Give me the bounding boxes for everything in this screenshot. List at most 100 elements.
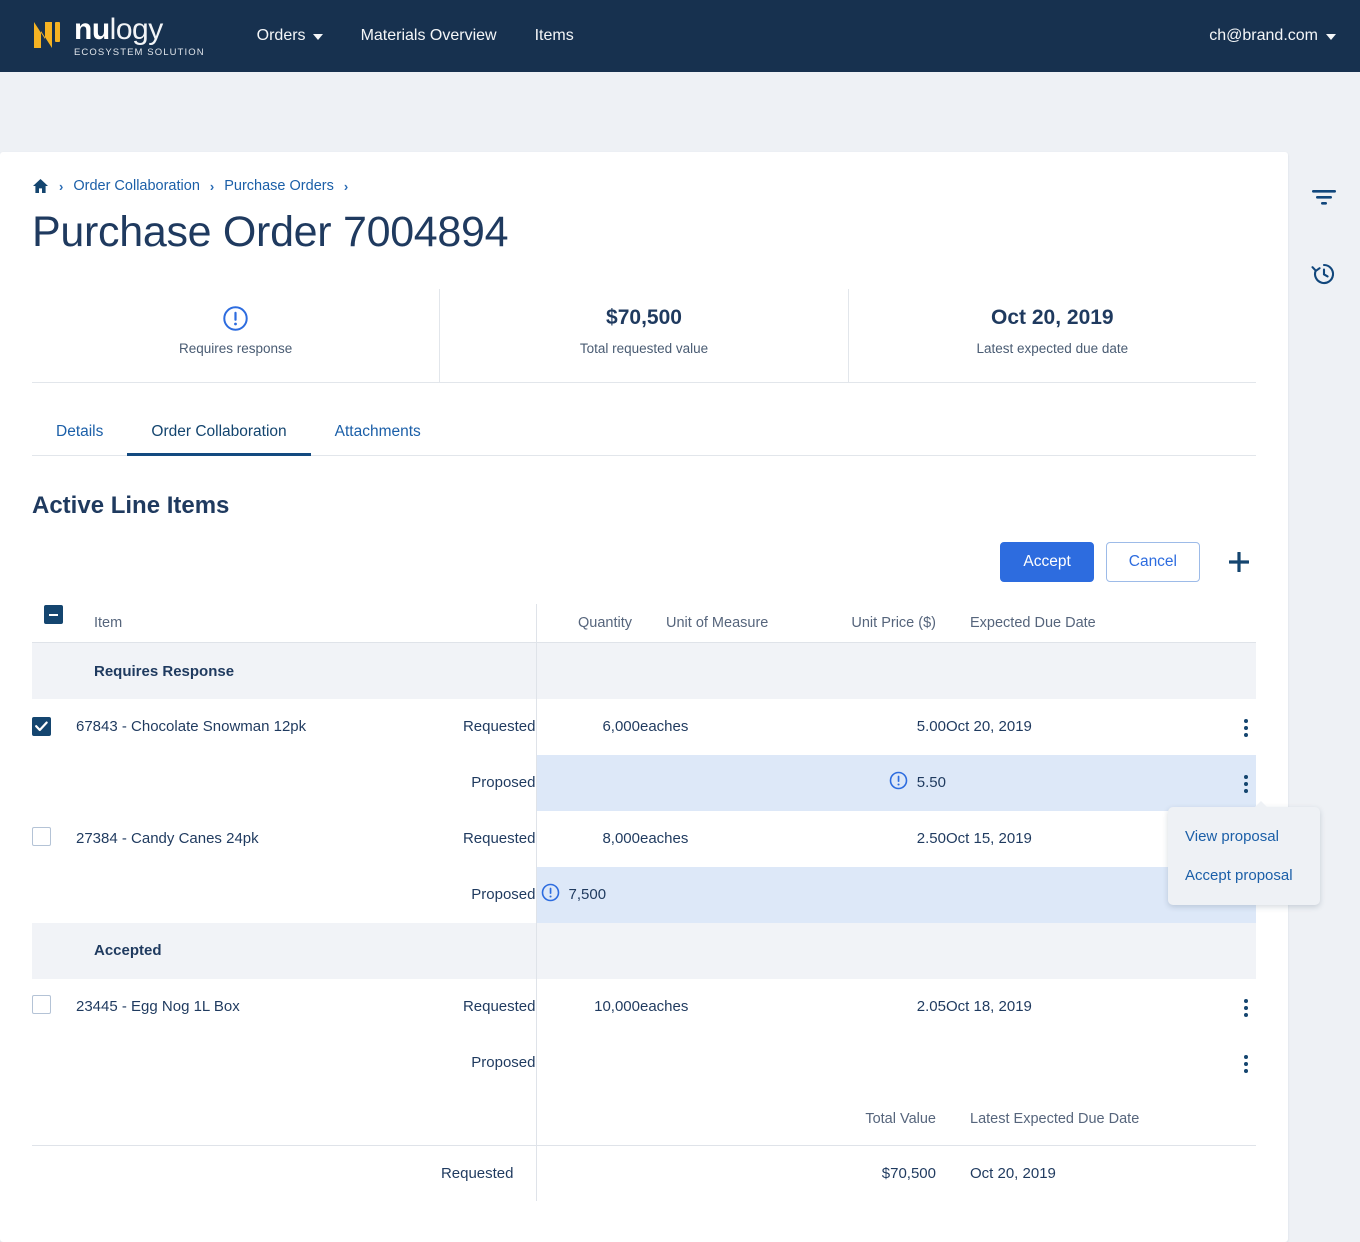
summary-status: Requires response bbox=[32, 289, 439, 382]
row-proposed-unit-price bbox=[802, 866, 946, 923]
top-navigation-bar: nulogy ECOSYSTEM SOLUTION Orders Materia… bbox=[0, 0, 1360, 72]
row-proposed-quantity bbox=[535, 754, 640, 811]
totals-header-latest-due: Latest Expected Due Date bbox=[970, 1110, 1140, 1127]
plus-icon[interactable] bbox=[1212, 549, 1256, 575]
row-select-cell bbox=[32, 699, 76, 755]
row-proposed-quantity-cell: 7,500 bbox=[535, 866, 640, 923]
row-unit-price: 5.00 bbox=[916, 718, 946, 736]
row-select-cell-empty bbox=[32, 867, 76, 923]
breadcrumb: › Order Collaboration › Purchase Orders … bbox=[32, 152, 1256, 194]
row-checkbox[interactable] bbox=[32, 717, 51, 737]
group-header-label: Requires Response bbox=[32, 642, 536, 699]
summary-latest-due-date: Oct 20, 2019 Latest expected due date bbox=[847, 289, 1256, 382]
row-select-cell-empty bbox=[32, 1035, 76, 1091]
alert-circle-icon bbox=[32, 303, 439, 333]
row-proposed-quantity bbox=[535, 1034, 640, 1091]
row-state-requested: Requested bbox=[462, 830, 536, 848]
totals-row: Requested $70,500 Oct 20, 2019 bbox=[32, 1145, 1256, 1202]
summary-status-label: Requires response bbox=[179, 341, 293, 356]
row-actions-cell bbox=[1176, 754, 1256, 811]
menu-item-view-proposal[interactable]: View proposal bbox=[1168, 817, 1320, 856]
nav-item-items[interactable]: Items bbox=[535, 27, 574, 45]
row-actions-cell bbox=[1176, 699, 1256, 755]
row-proposed-unit-of-measure bbox=[640, 754, 802, 811]
row-item-name: 23445 - Egg Nog 1L Box bbox=[76, 998, 240, 1016]
tab-attachments[interactable]: Attachments bbox=[311, 413, 445, 456]
brand-tagline: ECOSYSTEM SOLUTION bbox=[74, 46, 205, 58]
row-select-cell-empty bbox=[32, 755, 76, 811]
row-proposed-due-date bbox=[946, 866, 1176, 923]
row-actions-popover: View proposal Accept proposal bbox=[1168, 801, 1320, 905]
table-row-proposed: Proposed 7,500 bbox=[32, 866, 1256, 923]
kebab-menu-icon[interactable] bbox=[1236, 993, 1256, 1023]
row-item-name: 67843 - Chocolate Snowman 12pk bbox=[76, 718, 307, 736]
nav-item-orders[interactable]: Orders bbox=[257, 27, 323, 45]
row-actions-cell bbox=[1176, 979, 1256, 1035]
table-header: Item Quantity Unit of Measure Unit Price… bbox=[32, 604, 1256, 643]
totals-header-spacer bbox=[535, 1090, 640, 1146]
brand-logo[interactable]: nulogy ECOSYSTEM SOLUTION bbox=[32, 12, 205, 58]
account-menu[interactable]: ch@brand.com bbox=[1209, 27, 1336, 45]
column-header-unit-price: Unit Price ($) bbox=[851, 615, 936, 632]
totals-row-total-value: $70,500 bbox=[881, 1165, 936, 1182]
filter-icon[interactable] bbox=[1308, 182, 1340, 214]
totals-row-spacer bbox=[535, 1145, 640, 1202]
select-all-cell bbox=[32, 604, 76, 643]
row-checkbox[interactable] bbox=[32, 995, 51, 1015]
home-icon[interactable] bbox=[32, 178, 49, 194]
table-row-proposed: Proposed bbox=[32, 1034, 1256, 1091]
select-all-checkbox[interactable] bbox=[44, 605, 63, 625]
totals-row-latest-due: Oct 20, 2019 bbox=[970, 1165, 1056, 1182]
history-icon[interactable] bbox=[1308, 258, 1340, 290]
main-content-card: › Order Collaboration › Purchase Orders … bbox=[0, 152, 1288, 1242]
breadcrumb-item-order-collaboration[interactable]: Order Collaboration bbox=[73, 178, 200, 194]
row-checkbox[interactable] bbox=[32, 827, 51, 847]
row-proposed-due-date bbox=[946, 1035, 1176, 1091]
row-item-name-empty bbox=[76, 867, 388, 923]
row-unit-price: 2.05 bbox=[916, 998, 946, 1016]
row-unit-of-measure: eaches bbox=[640, 718, 689, 736]
nav-item-materials-overview[interactable]: Materials Overview bbox=[361, 27, 497, 45]
brand-wordmark: nulogy bbox=[74, 12, 163, 46]
row-proposed-unit-of-measure bbox=[640, 866, 802, 923]
menu-item-accept-proposal[interactable]: Accept proposal bbox=[1168, 856, 1320, 895]
row-quantity: 10,000 bbox=[535, 978, 640, 1035]
row-proposed-unit-of-measure bbox=[640, 1035, 802, 1091]
totals-row-spacer bbox=[1176, 1145, 1256, 1201]
nav-item-items-label: Items bbox=[534, 27, 574, 44]
group-header-filler bbox=[535, 642, 1256, 699]
breadcrumb-item-purchase-orders[interactable]: Purchase Orders bbox=[224, 178, 334, 194]
summary-latest-due-date-label: Latest expected due date bbox=[976, 341, 1129, 356]
totals-row-spacer bbox=[76, 1145, 388, 1201]
right-action-rail bbox=[1288, 152, 1360, 290]
alert-circle-icon bbox=[889, 771, 908, 794]
alert-circle-icon bbox=[541, 883, 560, 906]
table-row-proposed: Proposed 5.50 bbox=[32, 754, 1256, 811]
row-select-cell bbox=[32, 979, 76, 1035]
kebab-menu-icon[interactable] bbox=[1236, 1049, 1256, 1079]
row-proposed-quantity: 7,500 bbox=[568, 886, 607, 904]
row-item-name-empty bbox=[76, 755, 388, 811]
column-header-unit-of-measure: Unit of Measure bbox=[666, 615, 769, 632]
row-expected-due-date: Oct 18, 2019 bbox=[946, 998, 1032, 1016]
group-header-filler bbox=[535, 922, 1256, 979]
nav-item-orders-label: Orders bbox=[256, 27, 306, 44]
row-expected-due-date: Oct 20, 2019 bbox=[946, 718, 1032, 736]
group-header-label: Accepted bbox=[32, 922, 536, 979]
cancel-button[interactable]: Cancel bbox=[1105, 542, 1200, 582]
summary-total-value: $70,500 Total requested value bbox=[439, 289, 847, 382]
tab-details[interactable]: Details bbox=[32, 413, 127, 456]
row-proposed-unit-price-cell: 5.50 bbox=[802, 754, 946, 811]
column-header-item: Item bbox=[94, 615, 123, 632]
summary-latest-due-date-value: Oct 20, 2019 bbox=[991, 306, 1114, 329]
row-proposed-due-date bbox=[946, 754, 1176, 811]
group-header-row: Requires Response bbox=[32, 642, 1256, 699]
kebab-menu-icon[interactable] bbox=[1236, 769, 1256, 799]
accept-button[interactable]: Accept bbox=[1000, 542, 1094, 582]
tab-bar: Details Order Collaboration Attachments bbox=[32, 413, 1256, 456]
kebab-menu-icon[interactable] bbox=[1236, 713, 1256, 743]
tab-order-collaboration[interactable]: Order Collaboration bbox=[127, 413, 311, 456]
totals-header-total-value: Total Value bbox=[865, 1110, 936, 1127]
row-state-proposed: Proposed bbox=[471, 886, 536, 904]
breadcrumb-separator: › bbox=[209, 178, 215, 194]
